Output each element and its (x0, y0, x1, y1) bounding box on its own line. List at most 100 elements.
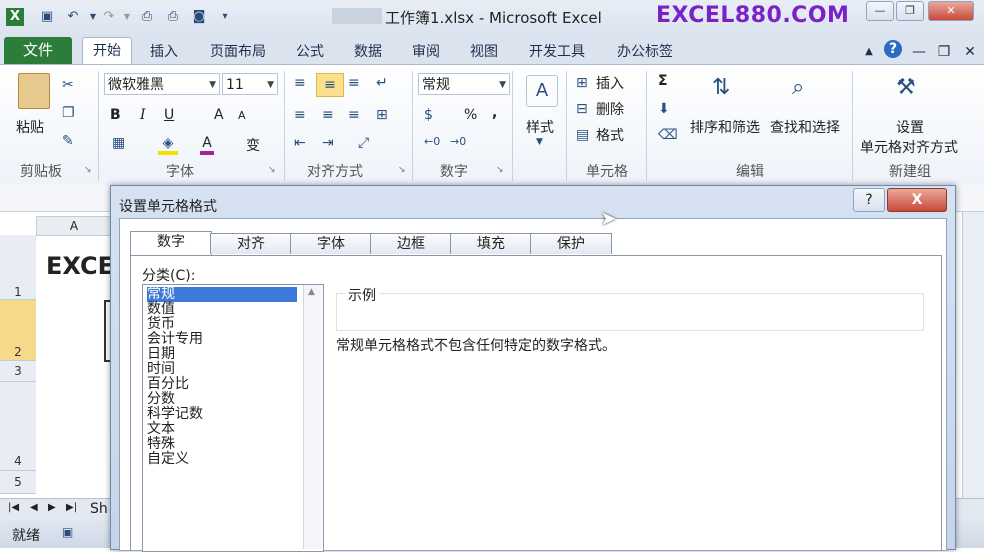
set-alignment-line2[interactable]: 单元格对齐方式 (860, 137, 958, 157)
category-fraction[interactable]: 分数 (147, 392, 175, 407)
print-preview-icon[interactable]: ⎙ (138, 8, 156, 26)
row-header-3[interactable]: 3 (0, 361, 36, 382)
ribbon-close-icon[interactable]: ✕ (962, 41, 978, 63)
italic-button[interactable]: I (140, 107, 146, 123)
bold-button[interactable]: B (110, 107, 121, 123)
tab-font[interactable]: 字体 (290, 233, 372, 254)
find-select-icon[interactable]: ⌕ (792, 75, 804, 100)
decrease-decimal-icon[interactable]: →0 (450, 135, 466, 148)
font-name-select[interactable]: 微软雅黑 ▼ (104, 73, 220, 95)
camera-icon[interactable]: ◙ (190, 8, 208, 26)
row-header-4[interactable]: 4 (0, 382, 36, 471)
align-bottom-icon[interactable]: ≡ (348, 75, 360, 91)
tab-office-tab[interactable]: 办公标签 (612, 41, 678, 63)
merge-center-icon[interactable]: ⊞ (376, 107, 388, 123)
percent-button[interactable]: % (464, 107, 477, 123)
category-number[interactable]: 数值 (147, 302, 175, 317)
macro-record-icon[interactable]: ▣ (62, 525, 73, 539)
first-sheet-icon[interactable]: |◀ (8, 502, 19, 513)
last-sheet-icon[interactable]: ▶| (66, 502, 77, 513)
underline-button[interactable]: U (164, 107, 174, 123)
paste-icon[interactable] (18, 73, 50, 109)
styles-icon[interactable]: A (526, 75, 558, 107)
format-cells-button[interactable]: 格式 (596, 125, 624, 145)
insert-cells-icon[interactable]: ⊞ (576, 75, 588, 91)
borders-icon[interactable]: ▦ (112, 135, 125, 151)
tab-formulas[interactable]: 公式 (292, 41, 328, 63)
category-general[interactable]: 常规 (147, 287, 297, 302)
format-cells-icon[interactable]: ▤ (576, 127, 589, 143)
category-text[interactable]: 文本 (147, 422, 175, 437)
alignment-launcher-icon[interactable]: ↘ (398, 165, 406, 175)
comma-button[interactable]: , (492, 105, 497, 121)
category-scrollbar[interactable]: ▲ (303, 285, 322, 549)
next-sheet-icon[interactable]: ▶ (48, 502, 56, 513)
help-icon[interactable]: ? (884, 40, 902, 58)
align-middle-icon[interactable]: ≡ (316, 73, 344, 97)
format-painter-icon[interactable]: ✎ (62, 133, 74, 149)
category-special[interactable]: 特殊 (147, 437, 175, 452)
increase-decimal-icon[interactable]: ←0 (424, 135, 440, 148)
set-alignment-icon[interactable]: ⚒ (896, 75, 916, 100)
delete-cells-button[interactable]: 删除 (596, 99, 624, 119)
category-time[interactable]: 时间 (147, 362, 175, 377)
close-button[interactable]: ✕ (928, 1, 974, 21)
decrease-indent-icon[interactable]: ⇤ (294, 135, 306, 151)
sheet-tab[interactable]: Sh (90, 501, 108, 517)
excel-icon[interactable]: X (6, 8, 24, 26)
tab-border[interactable]: 边框 (370, 233, 452, 254)
find-select-button[interactable]: 查找和选择 (770, 117, 840, 137)
accounting-icon[interactable]: $ (424, 107, 433, 123)
ribbon-restore-icon[interactable]: ❐ (936, 41, 952, 63)
insert-cells-button[interactable]: 插入 (596, 73, 624, 93)
row-header-5[interactable]: 5 (0, 471, 36, 494)
increase-indent-icon[interactable]: ⇥ (322, 135, 334, 151)
tab-insert[interactable]: 插入 (146, 41, 182, 63)
align-left-icon[interactable]: ≡ (294, 107, 306, 123)
tab-home[interactable]: 开始 (82, 37, 132, 65)
tab-data[interactable]: 数据 (350, 41, 386, 63)
tab-protection[interactable]: 保护 (530, 233, 612, 254)
copy-icon[interactable]: ❐ (62, 105, 75, 121)
category-currency[interactable]: 货币 (147, 317, 175, 332)
clipboard-launcher-icon[interactable]: ↘ (84, 165, 92, 175)
category-custom[interactable]: 自定义 (147, 452, 189, 467)
cut-icon[interactable]: ✂ (62, 77, 74, 93)
sort-filter-button[interactable]: 排序和筛选 (690, 117, 760, 137)
tab-number[interactable]: 数字 (130, 231, 212, 255)
maximize-button[interactable]: ❐ (896, 1, 924, 21)
tab-developer[interactable]: 开发工具 (524, 41, 590, 63)
fill-icon[interactable]: ⬇ (658, 101, 670, 117)
print-icon[interactable]: ⎙ (164, 8, 182, 26)
redo-dropdown-icon[interactable]: ▼ (118, 8, 136, 26)
vertical-scrollbar[interactable] (962, 212, 984, 498)
wrap-text-icon[interactable]: ↵ (376, 75, 388, 91)
collapse-ribbon-icon[interactable]: ▲ (862, 41, 876, 63)
save-icon[interactable]: ▣ (38, 8, 56, 26)
shrink-font-button[interactable]: A (238, 109, 246, 122)
font-launcher-icon[interactable]: ↘ (268, 165, 276, 175)
phonetic-button[interactable]: 变 (246, 135, 260, 155)
clear-icon[interactable]: ⌫ (658, 127, 678, 143)
tab-page-layout[interactable]: 页面布局 (204, 41, 272, 63)
grow-font-button[interactable]: A (214, 107, 224, 123)
number-launcher-icon[interactable]: ↘ (496, 165, 504, 175)
prev-sheet-icon[interactable]: ◀ (30, 502, 38, 513)
fill-color-icon[interactable]: ◈ (158, 135, 178, 155)
category-accounting[interactable]: 会计专用 (147, 332, 203, 347)
align-right-icon[interactable]: ≡ (348, 107, 360, 123)
ribbon-minimize-icon[interactable]: — (912, 41, 926, 63)
sort-filter-icon[interactable]: ⇅ (712, 75, 730, 100)
undo-icon[interactable]: ↶ (64, 8, 82, 26)
tab-alignment[interactable]: 对齐 (210, 233, 292, 254)
delete-cells-icon[interactable]: ⊟ (576, 101, 588, 117)
set-alignment-line1[interactable]: 设置 (896, 117, 924, 137)
category-percentage[interactable]: 百分比 (147, 377, 189, 392)
minimize-button[interactable]: — (866, 1, 894, 21)
orientation-icon[interactable]: ⤢ (358, 135, 369, 151)
category-list[interactable]: 常规 数值 货币 会计专用 日期 时间 百分比 分数 科学记数 文本 特殊 自定… (142, 284, 324, 552)
dialog-close-button[interactable]: X (887, 188, 947, 212)
category-date[interactable]: 日期 (147, 347, 175, 362)
row-header-1[interactable]: 1 (0, 235, 36, 300)
number-format-select[interactable]: 常规 ▼ (418, 73, 510, 95)
